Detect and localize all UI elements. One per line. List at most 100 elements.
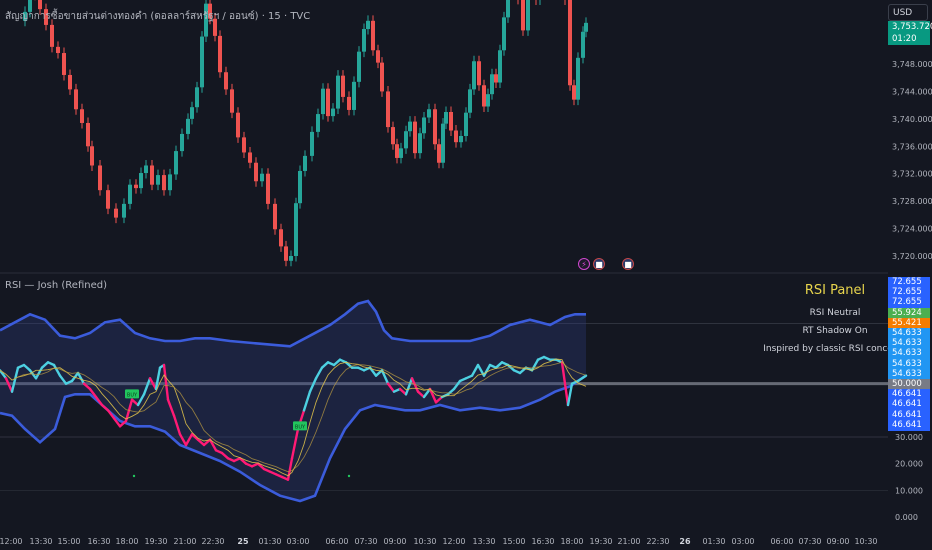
candle bbox=[56, 46, 60, 54]
candle bbox=[341, 75, 345, 97]
time-axis-label: 22:30 bbox=[201, 537, 224, 546]
indicator-axis-label: 0.000 bbox=[895, 513, 918, 522]
buy-signal-label: BUY bbox=[295, 424, 306, 430]
chart-canvas[interactable]: BUY BUY 3,748.000 3,744.000 3,740.000 3,736.… bbox=[0, 0, 932, 550]
time-axis-label: 19:30 bbox=[144, 537, 167, 546]
candle bbox=[50, 24, 54, 47]
candle bbox=[316, 114, 320, 132]
candle bbox=[294, 203, 298, 256]
value-tag: 46.641 bbox=[888, 419, 930, 431]
candle bbox=[224, 72, 228, 90]
candle bbox=[106, 190, 110, 209]
chart-title[interactable]: สัญญาการซื้อขายส่วนต่างทองคำ (ดอลลาร์สหร… bbox=[5, 9, 310, 24]
candle bbox=[433, 109, 437, 145]
time-axis-label: 13:30 bbox=[29, 537, 52, 546]
signal-dot bbox=[347, 474, 351, 478]
countdown: 01:20 bbox=[892, 34, 917, 44]
candle bbox=[289, 256, 293, 261]
candle bbox=[357, 51, 361, 82]
candle bbox=[230, 89, 234, 113]
candle bbox=[180, 133, 184, 152]
candle bbox=[477, 61, 481, 86]
candle bbox=[162, 175, 166, 191]
candle bbox=[468, 89, 472, 113]
time-axis-label: 03:00 bbox=[731, 537, 754, 546]
candle bbox=[336, 75, 340, 109]
candle bbox=[427, 109, 431, 118]
candle bbox=[62, 53, 66, 75]
time-axis-label: 06:00 bbox=[770, 537, 793, 546]
candle bbox=[391, 127, 395, 145]
candle bbox=[449, 112, 453, 131]
time-axis-label: 16:30 bbox=[87, 537, 110, 546]
time-axis-label: 03:00 bbox=[286, 537, 309, 546]
candle bbox=[150, 165, 154, 185]
candle bbox=[386, 91, 390, 128]
candle bbox=[98, 165, 102, 191]
price-axis-label: 3,732.000 bbox=[892, 170, 932, 179]
candle bbox=[404, 131, 408, 149]
indicator-label[interactable]: RSI — Josh (Refined) bbox=[5, 280, 107, 291]
candle bbox=[86, 122, 90, 147]
candle bbox=[362, 29, 366, 52]
currency-button[interactable]: USD bbox=[888, 4, 928, 21]
time-axis-label: 07:30 bbox=[354, 537, 377, 546]
candle bbox=[279, 229, 283, 247]
time-axis-label: 22:30 bbox=[646, 537, 669, 546]
candle bbox=[134, 184, 138, 189]
candle bbox=[366, 20, 370, 30]
candle bbox=[521, 0, 525, 31]
candle bbox=[490, 74, 494, 95]
candle bbox=[284, 246, 288, 261]
candle bbox=[298, 170, 302, 204]
time-axis-label: 16:30 bbox=[531, 537, 554, 546]
candle bbox=[444, 112, 448, 124]
candle bbox=[260, 173, 264, 182]
indicator-axis-label: 30.000 bbox=[895, 433, 923, 442]
candle bbox=[584, 22, 588, 32]
candle bbox=[352, 81, 356, 110]
candle bbox=[200, 36, 204, 88]
candle bbox=[168, 174, 172, 191]
candle bbox=[321, 88, 325, 115]
time-axis-label: 12:00 bbox=[442, 537, 465, 546]
candle bbox=[482, 85, 486, 107]
time-axis-label: 12:00 bbox=[0, 537, 23, 546]
buy-signal-label: BUY bbox=[127, 392, 138, 398]
us-flag-icon[interactable]: ■ bbox=[593, 258, 605, 270]
price-axis-label: 3,736.000 bbox=[892, 142, 932, 151]
candle bbox=[236, 112, 240, 138]
candle bbox=[472, 61, 476, 90]
candle bbox=[441, 123, 445, 163]
candle bbox=[454, 130, 458, 143]
candle bbox=[254, 162, 258, 182]
candle bbox=[413, 121, 417, 154]
price-tag-value: 3,753.720 bbox=[892, 22, 932, 32]
candle bbox=[572, 85, 576, 100]
lightning-icon[interactable]: ⚡ bbox=[578, 258, 590, 270]
price-axis-label: 3,720.000 bbox=[892, 252, 932, 261]
candle bbox=[486, 94, 490, 107]
candle bbox=[174, 151, 178, 175]
candle bbox=[68, 74, 72, 90]
candlestick-series bbox=[23, 0, 588, 267]
us-flag-icon[interactable]: ■ bbox=[622, 258, 634, 270]
candle bbox=[494, 74, 498, 83]
candle bbox=[502, 17, 506, 51]
candle bbox=[195, 87, 199, 108]
candle bbox=[399, 148, 403, 158]
candle bbox=[186, 118, 190, 134]
price-axis-label: 3,744.000 bbox=[892, 87, 932, 96]
time-axis-label: 25 bbox=[237, 537, 249, 546]
candle bbox=[568, 0, 572, 86]
candle bbox=[498, 50, 502, 83]
time-axis-label: 18:00 bbox=[115, 537, 138, 546]
candle bbox=[464, 112, 468, 136]
candle bbox=[90, 146, 94, 166]
time-axis-label: 19:30 bbox=[589, 537, 612, 546]
indicator-axis-label: 20.000 bbox=[895, 460, 923, 469]
candle bbox=[437, 144, 441, 163]
candle bbox=[418, 133, 422, 154]
candle bbox=[242, 137, 246, 153]
candle bbox=[303, 155, 307, 171]
